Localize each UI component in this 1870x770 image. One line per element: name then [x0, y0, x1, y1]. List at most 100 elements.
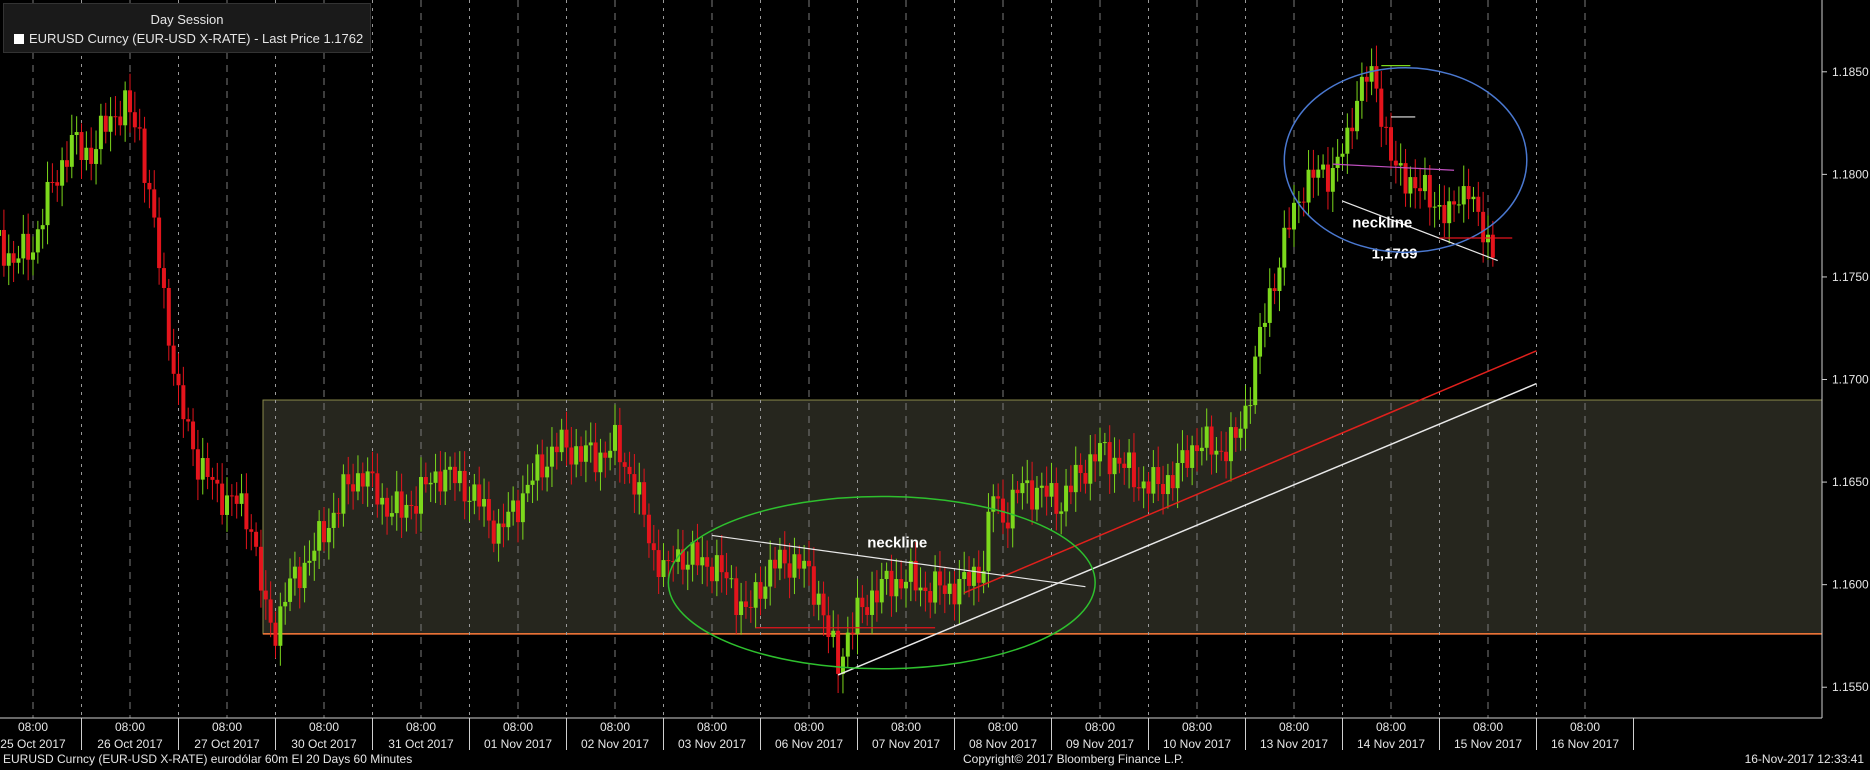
- candle-body: [195, 449, 200, 480]
- candle-body: [1224, 451, 1229, 462]
- candle-body: [322, 521, 326, 543]
- candle-body: [700, 557, 705, 566]
- candle-body: [1107, 442, 1112, 475]
- candle-body: [433, 471, 438, 483]
- candle-body: [31, 252, 35, 260]
- candle-body: [889, 570, 894, 597]
- candle-body: [1325, 164, 1330, 192]
- candle-body: [486, 499, 491, 521]
- candle-body: [278, 606, 283, 646]
- x-tick-date: 06 Nov 2017: [775, 737, 843, 751]
- candle-body: [957, 578, 962, 605]
- x-tick-time: 08:00: [1473, 720, 1503, 734]
- candle-body: [302, 562, 307, 589]
- candle-body: [1442, 205, 1447, 224]
- candle-body: [181, 385, 186, 420]
- candle-body: [845, 632, 850, 657]
- candle-body: [365, 471, 370, 487]
- candle-body: [705, 557, 710, 567]
- candle-body: [239, 493, 244, 504]
- x-tick-date: 16 Nov 2017: [1551, 737, 1619, 751]
- candle-body: [622, 462, 627, 467]
- candle-body: [1393, 160, 1398, 166]
- candle-body: [651, 543, 656, 551]
- candle-body: [860, 597, 865, 608]
- candle-body: [467, 500, 472, 502]
- candle-body: [1146, 481, 1151, 494]
- footer-copyright: Copyright© 2017 Bloomberg Finance L.P.: [963, 752, 1184, 766]
- candle-body: [128, 90, 132, 113]
- candle-body: [11, 253, 16, 263]
- candle-body: [1078, 464, 1083, 474]
- candle-body: [89, 147, 94, 164]
- candle-body: [743, 601, 748, 607]
- candle-body: [826, 615, 831, 637]
- candle-body: [225, 495, 229, 515]
- candle-body: [346, 474, 351, 485]
- candle-body: [35, 229, 40, 253]
- candle-body: [1282, 227, 1287, 268]
- candle-body: [996, 496, 1001, 499]
- candle-body: [50, 181, 55, 183]
- candle-body: [559, 429, 564, 453]
- candle-body: [399, 491, 404, 518]
- x-tick-date: 03 Nov 2017: [678, 737, 746, 751]
- x-tick-date: 10 Nov 2017: [1163, 737, 1231, 751]
- candle-body: [850, 632, 855, 634]
- candle-body: [1350, 127, 1355, 132]
- candle-body: [1238, 428, 1243, 438]
- candle-body: [1064, 485, 1069, 512]
- candle-body: [1437, 205, 1442, 207]
- x-tick-time: 08:00: [794, 720, 824, 734]
- candle-body: [811, 566, 816, 605]
- candle-body: [1049, 483, 1054, 497]
- candle-body: [40, 225, 45, 230]
- candle-body: [1272, 288, 1277, 292]
- candle-body: [1471, 196, 1476, 200]
- candle-body: [520, 493, 525, 523]
- candle-body: [933, 571, 938, 603]
- candle-body: [937, 571, 942, 586]
- candle-body: [1083, 473, 1088, 484]
- candle-body: [1209, 426, 1214, 455]
- candle-body: [26, 233, 31, 260]
- candle-body: [1131, 452, 1136, 488]
- x-tick-date: 13 Nov 2017: [1260, 737, 1328, 751]
- x-tick-date: 27 Oct 2017: [194, 737, 260, 751]
- candle-body: [913, 560, 918, 591]
- candle-body: [273, 622, 278, 646]
- candle-body: [894, 579, 899, 597]
- candle-body: [443, 469, 448, 492]
- candle-body: [782, 549, 787, 564]
- candle-body: [404, 504, 409, 518]
- candle-body: [1258, 326, 1263, 357]
- x-tick-time: 08:00: [1182, 720, 1212, 734]
- candle-body: [530, 480, 535, 485]
- candle-body: [627, 466, 632, 475]
- candle-body: [423, 477, 428, 485]
- candle-body: [884, 570, 889, 580]
- candle-body: [962, 572, 967, 579]
- candle-body: [268, 599, 273, 623]
- candle-body: [74, 132, 79, 136]
- candle-body: [1030, 480, 1035, 510]
- candle-body: [477, 484, 482, 507]
- candle-body: [971, 566, 976, 586]
- candle-body: [1292, 202, 1296, 230]
- candle-body: [1398, 163, 1403, 166]
- candle-body: [554, 446, 559, 453]
- candle-body: [1199, 447, 1204, 452]
- candle-body: [1379, 88, 1384, 127]
- candle-body: [457, 470, 462, 484]
- candle-body: [234, 495, 239, 504]
- candle-body: [307, 560, 312, 563]
- candle-body: [16, 258, 21, 263]
- candle-body: [79, 132, 84, 161]
- candle-body: [55, 182, 60, 186]
- candle-body: [94, 149, 99, 164]
- candle-body: [1117, 457, 1122, 464]
- series-label-row: EURUSD Curncy (EUR-USD X-RATE) - Last Pr…: [14, 31, 363, 46]
- candle-body: [942, 585, 947, 594]
- candle-body: [258, 546, 263, 591]
- candle-body: [787, 563, 792, 578]
